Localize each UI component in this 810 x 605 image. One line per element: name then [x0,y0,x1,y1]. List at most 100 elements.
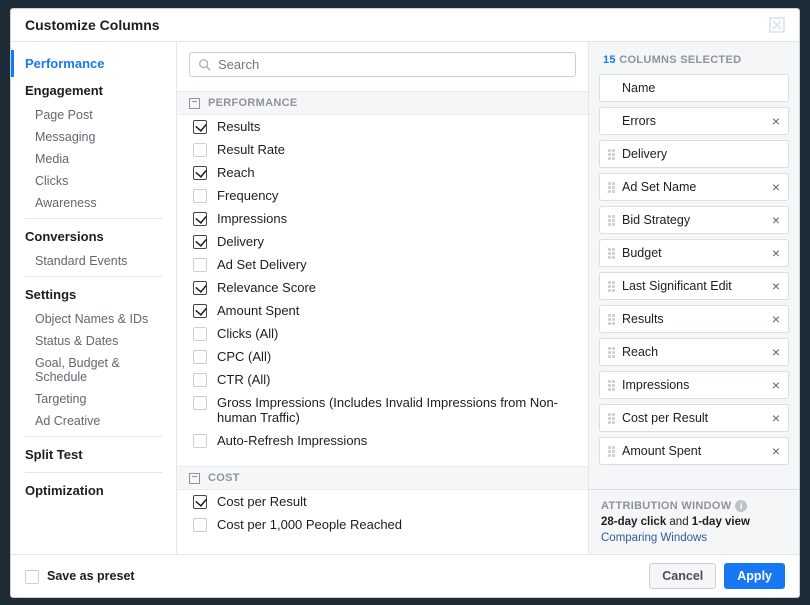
collapse-icon[interactable]: − [189,473,200,484]
metric-checkbox[interactable] [193,143,207,157]
close-icon[interactable] [769,17,785,33]
apply-button[interactable]: Apply [724,563,785,589]
sidebar-subcategory[interactable]: Awareness [11,192,176,214]
attribution-text: 28-day click and 1-day view [601,516,787,528]
metric-row[interactable]: CTR (All) [177,368,588,391]
metric-row[interactable]: Cost per Result [177,490,588,513]
remove-column-icon[interactable]: × [770,279,782,293]
metric-row[interactable]: Auto-Refresh Impressions [177,429,588,452]
selected-column-pill[interactable]: Ad Set Name× [599,173,789,201]
remove-column-icon[interactable]: × [770,213,782,227]
metrics-list[interactable]: −PERFORMANCEResultsResult RateReach Frequ… [177,87,588,554]
metric-checkbox[interactable] [193,235,207,249]
metric-checkbox[interactable] [193,373,207,387]
attribution-window: ATTRIBUTION WINDOW i 28-day click and 1-… [589,489,799,554]
selected-columns-list[interactable]: Name× Errors× Delivery× Ad Set Name× Bid Str… [589,74,799,489]
selected-column-pill[interactable]: Delivery× [599,140,789,168]
selected-column-pill[interactable]: Name× [599,74,789,102]
selected-column-pill[interactable]: Cost per Result× [599,404,789,432]
selected-column-pill[interactable]: Results× [599,305,789,333]
sidebar-category[interactable]: Settings [11,281,176,308]
metric-row[interactable]: Clicks (All) [177,322,588,345]
info-icon[interactable]: i [735,500,747,512]
metric-row[interactable]: Relevance Score [177,276,588,299]
metric-checkbox[interactable] [193,212,207,226]
selected-column-pill[interactable]: Budget× [599,239,789,267]
metric-checkbox[interactable] [193,166,207,180]
sidebar-category[interactable]: Performance [11,50,176,77]
sidebar-subcategory[interactable]: Messaging [11,126,176,148]
search-input[interactable] [218,57,567,72]
sidebar-subcategory[interactable]: Status & Dates [11,330,176,352]
metric-row[interactable]: Cost per 1,000 People Reached [177,513,588,536]
metric-row[interactable]: Gross Impressions (Includes Invalid Impr… [177,391,588,429]
save-as-preset[interactable]: Save as preset [25,569,135,584]
sidebar-category[interactable]: Conversions [11,223,176,250]
metric-row[interactable]: Ad Set Delivery [177,253,588,276]
drag-handle-icon[interactable] [608,281,616,292]
sidebar-subcategory[interactable]: Goal, Budget & Schedule [11,352,176,388]
metric-checkbox[interactable] [193,120,207,134]
sidebar-category[interactable]: Optimization [11,477,176,504]
remove-column-icon[interactable]: × [770,114,782,128]
search-box[interactable] [189,52,576,77]
metric-checkbox[interactable] [193,495,207,509]
drag-handle-icon[interactable] [608,380,616,391]
sidebar-category[interactable]: Split Test [11,441,176,468]
metric-checkbox[interactable] [193,518,207,532]
metrics-section-header[interactable]: −PERFORMANCE [177,91,588,115]
metrics-section-header[interactable]: −COST [177,466,588,490]
metric-row[interactable]: Amount Spent [177,299,588,322]
metric-row[interactable]: Impressions [177,207,588,230]
metric-checkbox[interactable] [193,189,207,203]
remove-column-icon[interactable]: × [770,378,782,392]
cancel-button[interactable]: Cancel [649,563,716,589]
sidebar-subcategory[interactable]: Ad Creative [11,410,176,432]
remove-column-icon[interactable]: × [770,180,782,194]
metric-row[interactable]: Result Rate [177,138,588,161]
metric-row[interactable]: Results [177,115,588,138]
remove-column-icon[interactable]: × [770,345,782,359]
remove-column-icon[interactable]: × [770,312,782,326]
selected-column-pill[interactable]: Last Significant Edit× [599,272,789,300]
metric-row[interactable]: CPC (All) [177,345,588,368]
sidebar-category[interactable]: Engagement [11,77,176,104]
sidebar-subcategory[interactable]: Page Post [11,104,176,126]
collapse-icon[interactable]: − [189,98,200,109]
metric-checkbox[interactable] [193,281,207,295]
sidebar-subcategory[interactable]: Targeting [11,388,176,410]
metric-row[interactable]: Reach [177,161,588,184]
selected-column-pill[interactable]: Errors× [599,107,789,135]
metric-checkbox[interactable] [193,396,207,410]
metric-checkbox[interactable] [193,434,207,448]
drag-handle-icon[interactable] [608,446,616,457]
sidebar-subcategory[interactable]: Media [11,148,176,170]
drag-handle-icon[interactable] [608,248,616,259]
search-icon [198,58,212,72]
drag-handle-icon[interactable] [608,149,616,160]
remove-column-icon[interactable]: × [770,246,782,260]
metric-checkbox[interactable] [193,304,207,318]
drag-handle-icon[interactable] [608,215,616,226]
metric-row[interactable]: Frequency [177,184,588,207]
metric-checkbox[interactable] [193,350,207,364]
sidebar-subcategory[interactable]: Clicks [11,170,176,192]
metric-checkbox[interactable] [193,258,207,272]
selected-column-pill[interactable]: Impressions× [599,371,789,399]
drag-handle-icon[interactable] [608,347,616,358]
remove-column-icon[interactable]: × [770,444,782,458]
sidebar-subcategory[interactable]: Object Names & IDs [11,308,176,330]
metric-checkbox[interactable] [193,327,207,341]
comparing-windows-link[interactable]: Comparing Windows [601,532,707,544]
selected-column-pill[interactable]: Reach× [599,338,789,366]
save-preset-checkbox[interactable] [25,570,39,584]
metric-label: Frequency [217,188,278,203]
selected-column-pill[interactable]: Amount Spent× [599,437,789,465]
drag-handle-icon[interactable] [608,314,616,325]
remove-column-icon[interactable]: × [770,411,782,425]
metric-row[interactable]: Delivery [177,230,588,253]
sidebar-subcategory[interactable]: Standard Events [11,250,176,272]
drag-handle-icon[interactable] [608,413,616,424]
selected-column-pill[interactable]: Bid Strategy× [599,206,789,234]
drag-handle-icon[interactable] [608,182,616,193]
